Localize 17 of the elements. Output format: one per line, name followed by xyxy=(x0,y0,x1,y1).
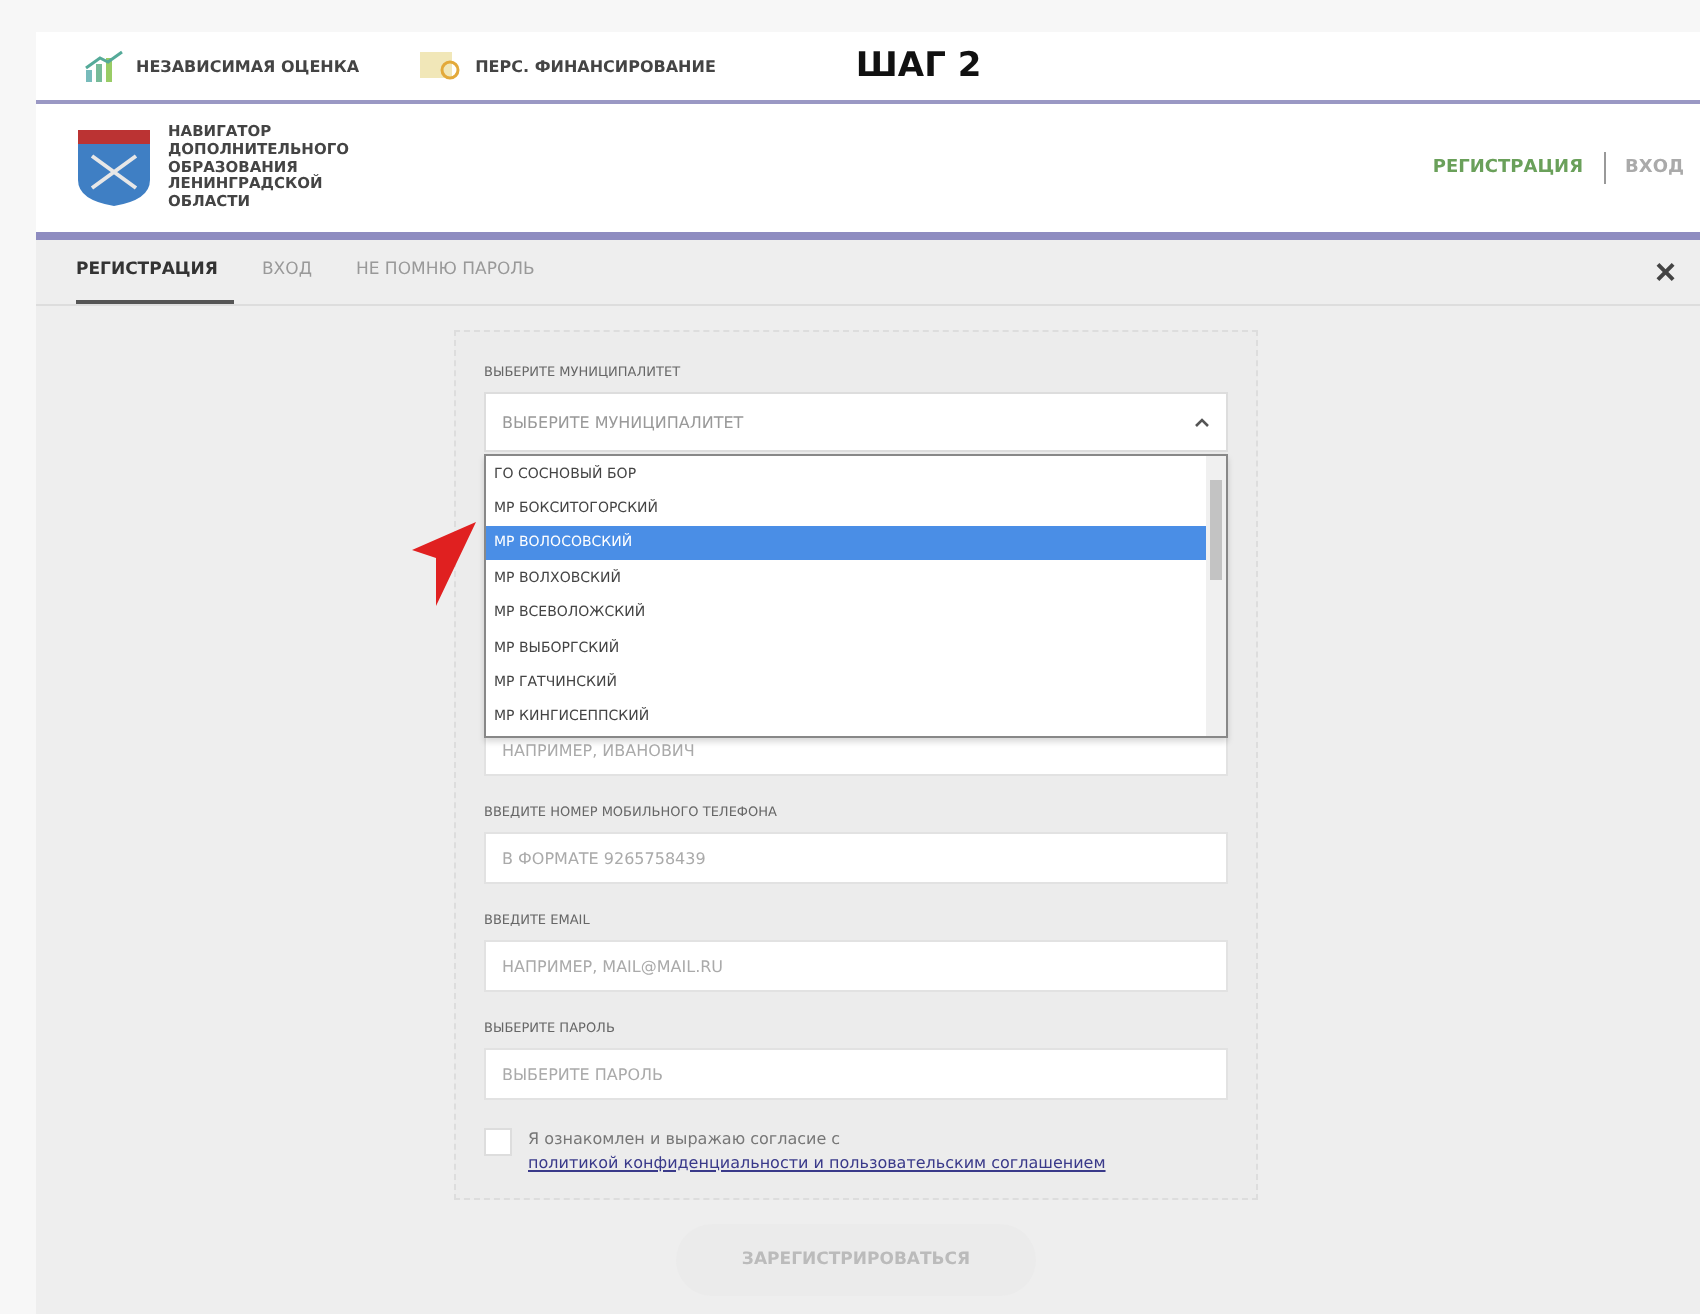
pointer-arrow-icon xyxy=(408,522,476,606)
input-field[interactable]: ВЫБЕРИТЕ ПАРОЛЬ xyxy=(484,1048,1228,1100)
scrollbar[interactable] xyxy=(1206,456,1226,736)
coat-of-arms-icon xyxy=(76,128,152,208)
consent-text: Я ознакомлен и выражаю согласие с политикой конфиденциальности и пользовательским соглашением xyxy=(528,1128,1108,1175)
policy-link[interactable]: политикой конфиденциальности и пользовательским соглашением xyxy=(528,1151,1106,1175)
caret-icon xyxy=(1194,417,1210,427)
close-button[interactable]: × xyxy=(1654,240,1676,304)
input-field[interactable]: В ФОРМАТЕ 9265758439 xyxy=(484,832,1228,884)
top-link[interactable]: ПЕРС. ФИНАНСИРОВАНИЕ xyxy=(419,50,716,82)
tab[interactable]: РЕГИСТРАЦИЯ xyxy=(76,240,234,304)
chart-icon xyxy=(84,50,124,82)
consent-checkbox[interactable] xyxy=(484,1128,512,1156)
top-link[interactable]: НЕЗАВИСИМАЯ ОЦЕНКА xyxy=(84,50,360,82)
document-pin-icon xyxy=(419,50,464,82)
input-field[interactable]: НАПРИМЕР, MAIL@MAIL.RU xyxy=(484,940,1228,992)
step-heading: ШАГ 2 xyxy=(855,46,982,86)
